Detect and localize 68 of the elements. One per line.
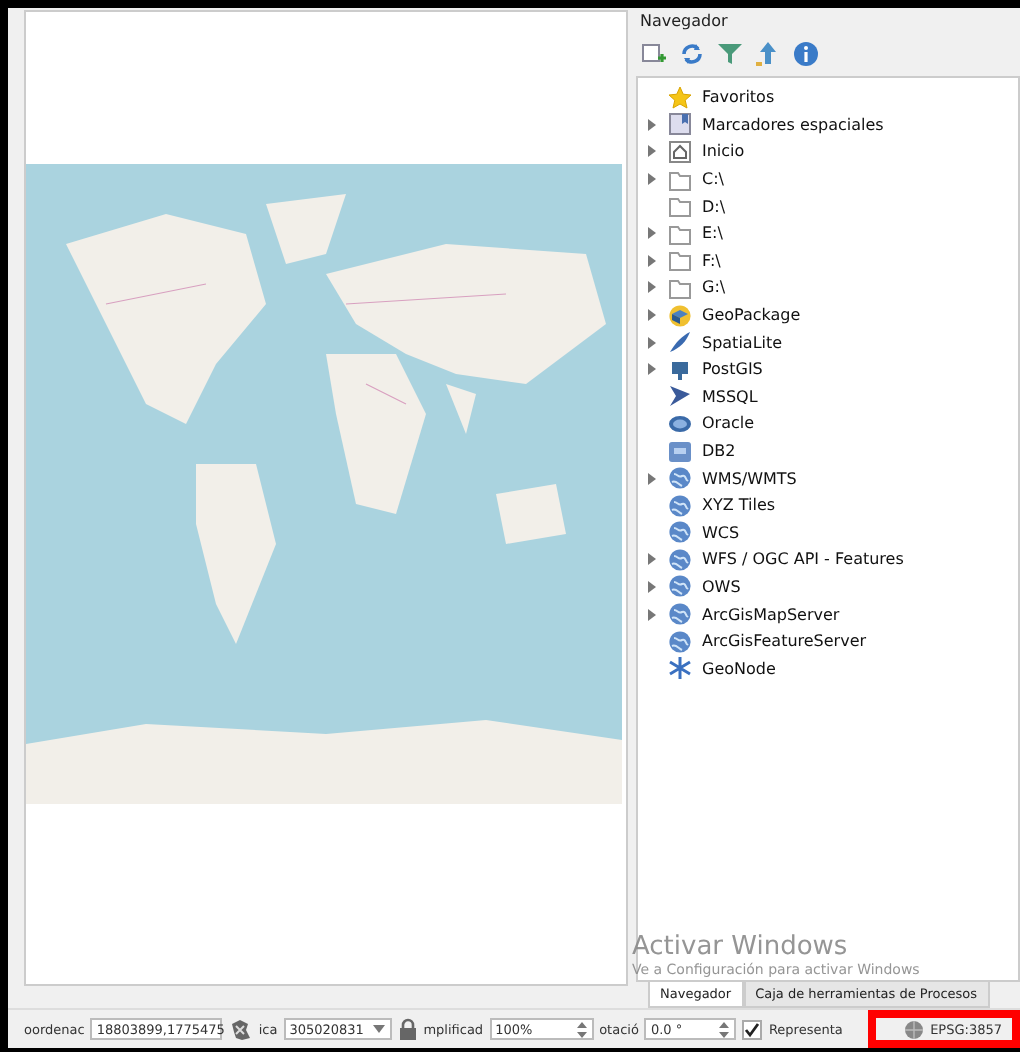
expand-arrow-icon[interactable] [646,117,658,132]
filter-icon[interactable] [716,40,744,68]
expand-arrow-icon[interactable] [646,280,658,295]
feather-icon [668,330,692,355]
dropdown-arrow-icon[interactable] [371,1024,386,1034]
expand-arrow-icon[interactable] [646,335,658,350]
package-icon [668,303,692,328]
bookmark-icon [668,112,692,137]
tree-item[interactable]: DB2 [702,442,736,461]
expand-arrow-icon[interactable] [646,144,658,159]
tree-item[interactable]: Inicio [702,142,745,161]
expand-arrow-icon[interactable] [646,552,658,567]
tree-item[interactable]: GeoPackage [702,306,801,325]
globe-icon [668,547,692,572]
tree-item[interactable]: OWS [702,577,741,596]
tree-item[interactable]: E:\ [702,224,723,243]
tree-item[interactable]: MSSQL [702,387,758,406]
tree-item[interactable]: ArcGisMapServer [702,605,840,624]
tree-item[interactable]: WFS / OGC API - Features [702,550,904,569]
tree-item[interactable]: Marcadores espaciales [702,115,884,134]
tree-item[interactable]: WMS/WMTS [702,469,797,488]
database-icon [668,439,692,464]
globe-icon [668,574,692,599]
globe-icon [668,602,692,627]
folder-icon [668,275,692,300]
database-icon [668,411,692,436]
tree-item[interactable]: G:\ [702,278,726,297]
tree-item[interactable]: GeoNode [702,659,776,678]
panel-title: Navegador [638,10,730,34]
spinner-arrows-icon[interactable] [575,1019,588,1039]
expand-arrow-icon[interactable] [646,253,658,268]
folder-icon [668,221,692,246]
expand-arrow-icon[interactable] [646,226,658,241]
tree-item[interactable]: SpatiaLite [702,333,783,352]
expand-arrow-icon[interactable] [646,471,658,486]
globe-icon[interactable] [904,1019,925,1039]
activation-notice-title: Activar Windows [632,932,850,962]
expand-arrow-icon[interactable] [646,607,658,622]
render-checkbox[interactable] [742,1019,763,1039]
tree-item[interactable]: D:\ [702,197,726,216]
tree-item[interactable]: F:\ [702,251,721,270]
globe-icon [668,493,692,518]
info-icon[interactable] [792,40,820,68]
globe-icon [668,520,692,545]
lock-icon[interactable] [397,1017,418,1041]
expand-arrow-icon[interactable] [646,308,658,323]
star-icon [668,85,692,110]
globe-icon [668,629,692,654]
collapse-icon[interactable] [754,40,782,68]
tree-item[interactable]: WCS [702,523,740,542]
refresh-icon[interactable] [678,40,706,68]
expand-arrow-icon[interactable] [646,172,658,187]
expand-arrow-icon[interactable] [646,579,658,594]
tree-item[interactable]: Oracle [702,414,755,433]
tree-item[interactable]: XYZ Tiles [702,496,776,515]
expand-arrow-icon[interactable] [646,362,658,377]
tree-item[interactable]: C:\ [702,170,724,189]
add-layer-icon[interactable] [640,40,668,68]
folder-icon [668,194,692,219]
home-icon [668,139,692,164]
tree-item[interactable]: Favoritos [702,88,775,107]
spinner-arrows-icon[interactable] [718,1019,731,1039]
snowflake-icon [668,656,692,681]
tree-item[interactable]: ArcGisFeatureServer [702,632,867,651]
globe-icon [668,466,692,491]
folder-icon [668,167,692,192]
tree-item[interactable]: PostGIS [702,360,763,379]
folder-icon [668,248,692,273]
